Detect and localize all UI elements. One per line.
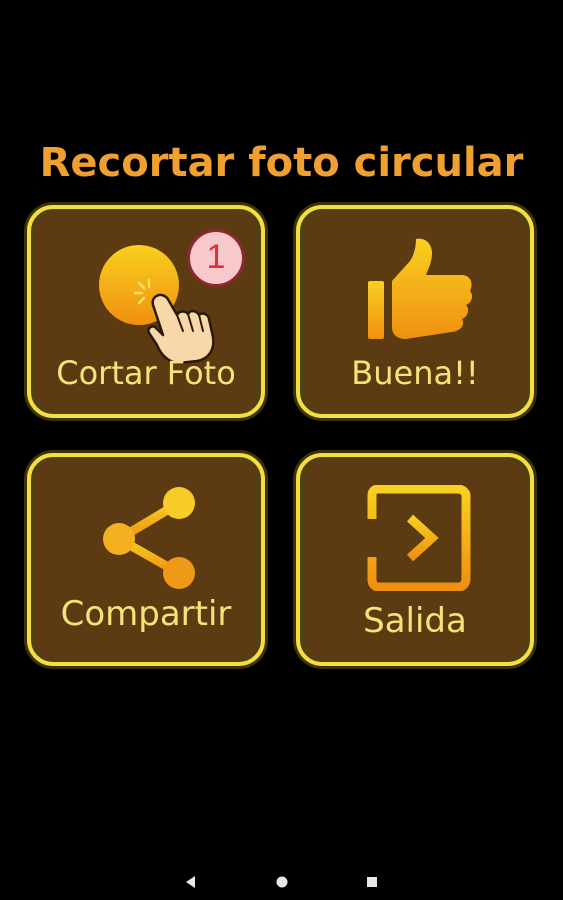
compartir-button[interactable]: Compartir — [27, 453, 265, 666]
recents-square-icon[interactable] — [362, 872, 382, 892]
page-title: Recortar foto circular — [39, 140, 524, 186]
buena-button[interactable]: Buena!! — [296, 205, 534, 418]
share-icon — [103, 487, 195, 589]
thumbs-up-icon — [368, 238, 473, 339]
home-circle-icon[interactable] — [272, 872, 292, 892]
salida-label: Salida — [363, 601, 467, 641]
app-screen: Recortar foto circular 1 Cortar Foto Bue… — [0, 0, 563, 900]
salida-button[interactable]: Salida — [296, 453, 534, 666]
notification-badge: 1 — [187, 229, 245, 287]
system-nav-bar — [0, 864, 563, 900]
buena-label: Buena!! — [351, 354, 479, 392]
cortar-foto-label: Cortar Foto — [56, 354, 236, 392]
exit-icon — [366, 485, 471, 591]
back-triangle-icon[interactable] — [181, 872, 201, 892]
cortar-foto-button[interactable]: 1 Cortar Foto — [27, 205, 265, 418]
compartir-label: Compartir — [60, 594, 232, 634]
